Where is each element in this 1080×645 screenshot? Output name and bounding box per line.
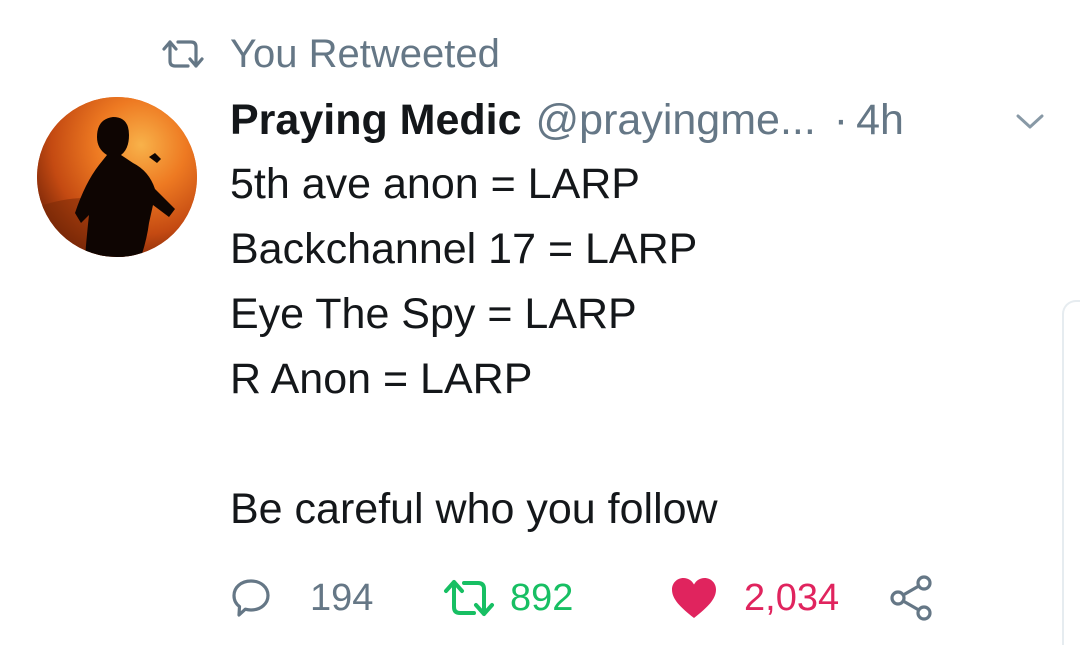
separator-dot: · [833, 95, 849, 144]
action-bar: 194 892 2,034 [230, 570, 990, 626]
heart-icon [672, 578, 716, 618]
retweet-icon [162, 40, 204, 68]
tweet-text-line: Eye The Spy = LARP [230, 290, 637, 338]
tweet-text-line: R Anon = LARP [230, 355, 533, 403]
like-button[interactable]: 2,034 [670, 570, 839, 626]
tweet-text: 5th ave anon = LARP Backchannel 17 = LAR… [230, 152, 1050, 542]
avatar[interactable] [37, 97, 197, 257]
reply-button[interactable]: 194 [230, 570, 373, 626]
retweet-context: You Retweeted [160, 30, 500, 78]
like-count: 2,034 [744, 576, 840, 619]
tweet-screen: You Retweeted Praying Medic @prayingme..… [0, 0, 1080, 645]
display-name[interactable]: Praying Medic [230, 96, 522, 145]
user-handle[interactable]: @prayingme... [536, 96, 816, 145]
silhouette-avatar [37, 97, 197, 257]
timestamp[interactable]: 4h [856, 96, 904, 145]
tweet-text-line: Backchannel 17 = LARP [230, 225, 698, 273]
reply-count: 194 [310, 576, 374, 619]
retweet-button[interactable]: 892 [442, 570, 573, 626]
retweet-context-label: You Retweeted [230, 31, 500, 76]
tweet-header: Praying Medic @prayingme... · 4h [230, 92, 904, 148]
retweet-count: 892 [510, 576, 574, 619]
reply-icon [232, 579, 270, 617]
adjacent-card-edge [1062, 300, 1080, 645]
chevron-down-icon[interactable] [1012, 108, 1048, 134]
retweet-icon [444, 580, 494, 616]
share-icon [890, 575, 932, 621]
tweet-text-line: Be careful who you follow [230, 485, 718, 533]
tweet-text-line: 5th ave anon = LARP [230, 160, 640, 208]
tweet-text-blank-line [230, 412, 1050, 477]
share-button[interactable] [888, 570, 936, 626]
